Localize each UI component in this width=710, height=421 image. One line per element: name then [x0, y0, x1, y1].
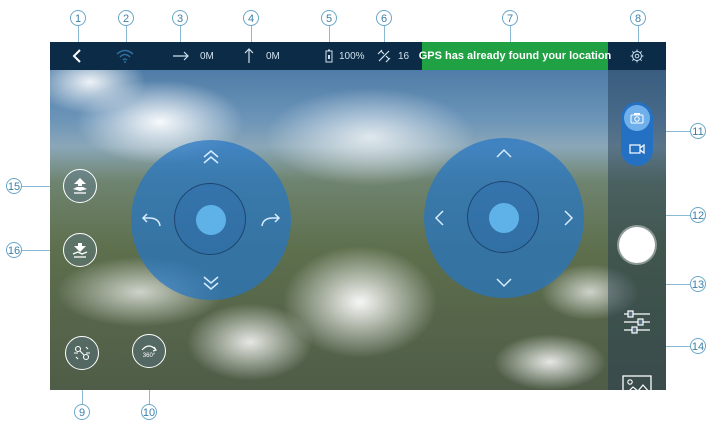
- camera-icon: [630, 113, 644, 124]
- gallery-button[interactable]: [622, 375, 652, 390]
- callout-16: 16: [6, 242, 22, 258]
- satellite-count: 16: [398, 50, 410, 62]
- svg-text:360°: 360°: [143, 353, 156, 359]
- back-button[interactable]: [72, 42, 82, 70]
- callout-9: 9: [74, 404, 90, 420]
- rotate-left-icon: [141, 213, 161, 227]
- left-joystick[interactable]: [131, 140, 291, 300]
- sliders-icon: [624, 310, 650, 334]
- headless-mode-button[interactable]: [65, 336, 99, 370]
- callout-14: 14: [690, 338, 706, 354]
- chevron-up-icon: [496, 148, 512, 158]
- gallery-icon: [622, 375, 652, 390]
- chevron-down-icon: [496, 278, 512, 288]
- callout-11: 11: [690, 123, 706, 139]
- battery-value: 100%: [339, 50, 365, 62]
- callout-8: 8: [630, 10, 646, 26]
- callout-1: 1: [70, 10, 86, 26]
- callout-15: 15: [6, 178, 22, 194]
- drone-camera-view[interactable]: 0M 0M 100% 16 GPS has already found your…: [50, 42, 666, 390]
- arrow-right-icon: [173, 51, 189, 61]
- photo-video-toggle[interactable]: [621, 102, 653, 166]
- double-chevron-down-icon: [203, 276, 219, 290]
- callout-7: 7: [502, 10, 518, 26]
- battery-readout: 100%: [325, 42, 365, 70]
- camera-mode-button[interactable]: [624, 105, 650, 131]
- distance-readout: 0M: [172, 42, 214, 70]
- chevron-left-icon: [434, 210, 444, 226]
- callout-13: 13: [690, 276, 706, 292]
- land-button[interactable]: [63, 233, 97, 267]
- satellite-icon: [377, 49, 391, 63]
- battery-icon: [325, 49, 333, 63]
- top-status-bar: 0M 0M 100% 16 GPS has already found your…: [50, 42, 666, 70]
- wifi-status: [116, 42, 134, 70]
- callout-5: 5: [321, 10, 337, 26]
- right-joystick[interactable]: [424, 138, 584, 298]
- callout-6: 6: [376, 10, 392, 26]
- double-chevron-up-icon: [203, 150, 219, 164]
- altitude-readout: 0M: [244, 42, 280, 70]
- calibrate-button[interactable]: [622, 309, 652, 335]
- satellite-readout: 16: [376, 42, 409, 70]
- headless-mode-icon: [74, 345, 90, 361]
- wifi-icon: [116, 49, 134, 63]
- right-joystick-knob[interactable]: [489, 203, 519, 233]
- takeoff-icon: [73, 178, 87, 194]
- chevron-right-icon: [564, 210, 574, 226]
- right-control-panel: [608, 70, 666, 390]
- gear-icon: [630, 49, 644, 63]
- callout-12: 12: [690, 207, 706, 223]
- shutter-button[interactable]: [619, 227, 655, 263]
- callout-10: 10: [141, 404, 157, 420]
- callout-2: 2: [118, 10, 134, 26]
- callout-4: 4: [243, 10, 259, 26]
- flip-360-icon: 360°: [141, 345, 157, 359]
- flip-360-button[interactable]: 360°: [132, 334, 166, 368]
- arrow-up-icon: [244, 48, 254, 63]
- left-joystick-knob[interactable]: [196, 205, 226, 235]
- gps-status-banner: GPS has already found your location: [419, 42, 611, 70]
- video-camera-icon[interactable]: [629, 144, 645, 154]
- callout-3: 3: [172, 10, 188, 26]
- distance-value: 0M: [200, 50, 214, 62]
- rotate-right-icon: [261, 213, 281, 227]
- altitude-value: 0M: [266, 50, 280, 62]
- takeoff-button[interactable]: [63, 169, 97, 203]
- settings-button[interactable]: [630, 42, 644, 70]
- landing-icon: [72, 243, 88, 258]
- back-chevron-icon: [72, 49, 81, 63]
